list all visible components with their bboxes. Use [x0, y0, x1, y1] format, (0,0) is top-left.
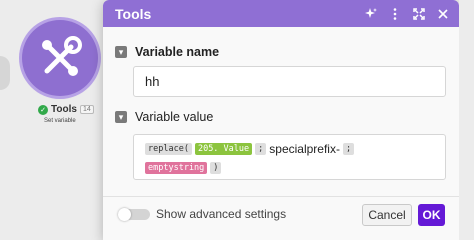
variable-name-label: Variable name [135, 45, 220, 59]
module-settings-dialog: Tools ▾ Variable name ▾ Variable value S [103, 0, 459, 240]
module-title: Tools [51, 104, 77, 115]
chevron-down-icon[interactable]: ▾ [115, 111, 127, 123]
module-subtitle: Set variable [44, 118, 76, 124]
dialog-title: Tools [115, 5, 152, 22]
expression-text: specialprefix- [269, 142, 340, 156]
variable-name-input[interactable]: hh [133, 66, 446, 97]
sparkle-icon[interactable] [365, 7, 377, 20]
function-close-token[interactable]: ) [210, 161, 222, 175]
advanced-settings-label: Show advanced settings [156, 207, 287, 221]
ok-button[interactable]: OK [418, 204, 445, 226]
cancel-button[interactable]: Cancel [362, 204, 412, 226]
tools-module-node[interactable] [22, 20, 98, 96]
chevron-down-icon[interactable]: ▾ [115, 46, 127, 58]
keyword-token[interactable]: emptystring [145, 161, 208, 175]
separator-token[interactable]: ; [342, 142, 355, 156]
wrench-screwdriver-icon [42, 36, 82, 76]
module-number-badge: 14 [79, 105, 94, 114]
expression-line-1: replace( 205. Value ; specialprefix- ; [145, 141, 434, 157]
function-token[interactable]: replace( [145, 142, 192, 156]
variable-value-label: Variable value [135, 110, 214, 124]
separator-token[interactable]: ; [255, 142, 267, 156]
module-label: ✓ Tools 14 [38, 104, 94, 115]
variable-token[interactable]: 205. Value [194, 142, 253, 156]
check-circle-icon: ✓ [38, 104, 48, 115]
variable-value-row: ▾ Variable value [115, 110, 213, 124]
variable-value-input[interactable]: replace( 205. Value ; specialprefix- ; e… [133, 134, 446, 180]
expand-icon[interactable] [413, 7, 425, 20]
dialog-header: Tools [103, 0, 459, 27]
variable-name-row: ▾ Variable name [115, 45, 219, 59]
expression-line-2: emptystring ) [145, 160, 434, 176]
close-icon[interactable] [437, 8, 449, 20]
more-vert-icon[interactable] [389, 7, 401, 20]
dialog-footer: Show advanced settings Cancel OK [103, 196, 459, 240]
canvas-edge [459, 0, 474, 240]
advanced-settings-toggle[interactable] [118, 208, 150, 221]
module-connector[interactable] [0, 56, 10, 90]
variable-name-value: hh [145, 74, 160, 89]
toggle-knob [118, 208, 131, 221]
